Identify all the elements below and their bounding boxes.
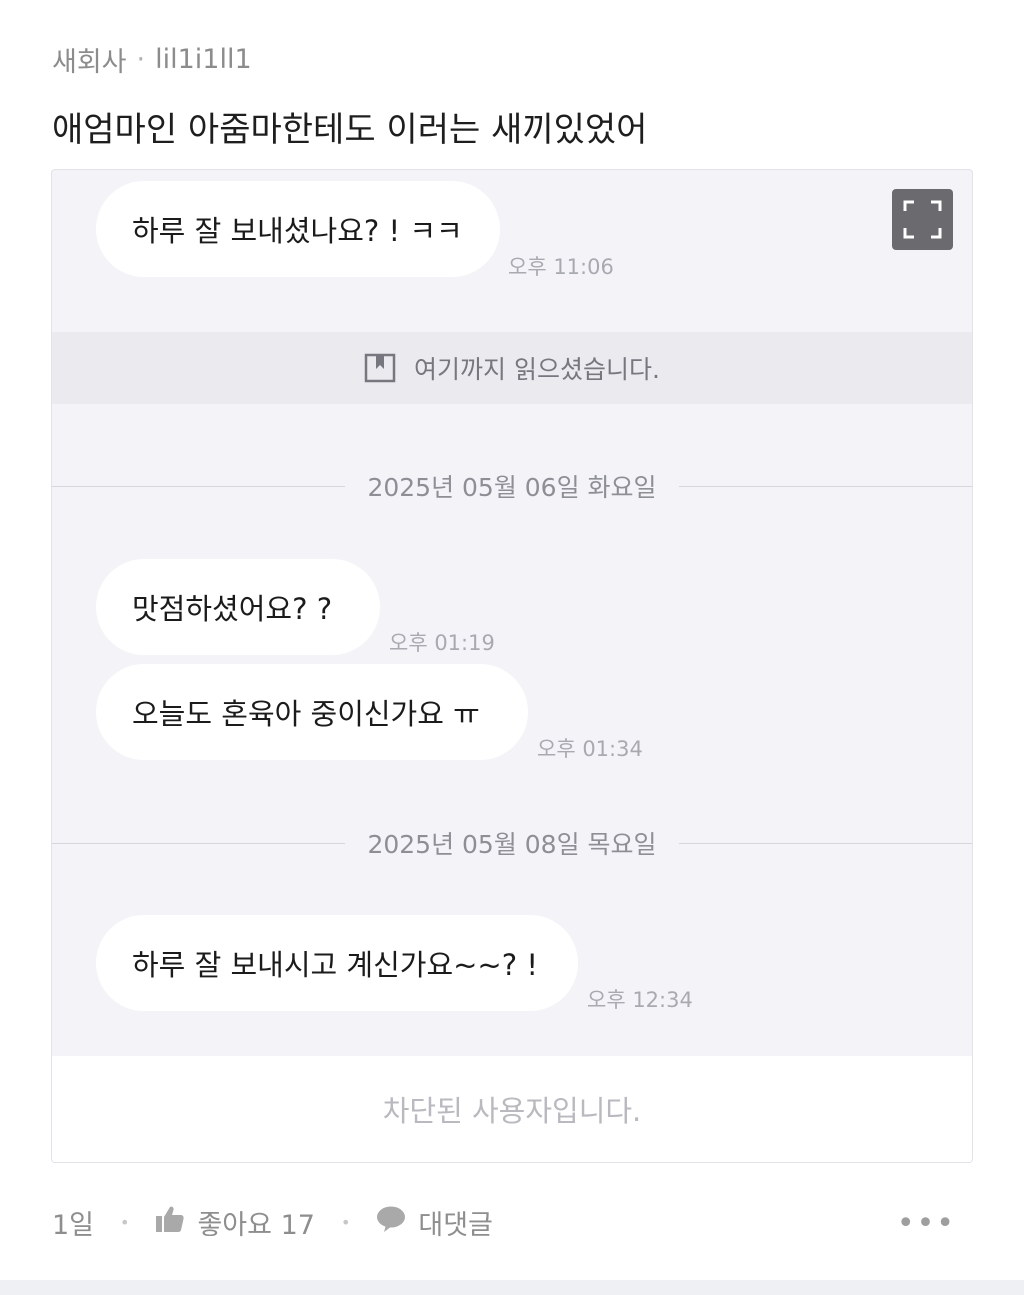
blocked-user-notice: 차단된 사용자입니다. (52, 1056, 972, 1162)
bookmark-icon (364, 352, 396, 384)
post-title: 애엄마인 아줌마한테도 이러는 새끼있었어 (52, 110, 648, 150)
message-text: 하루 잘 보내셨나요? ! ㅋㅋ (132, 214, 463, 248)
date-divider: 2025년 05월 06일 화요일 (52, 468, 972, 504)
message-time: 오후 11:06 (508, 255, 614, 279)
post-meta: 새회사 · lil1i1ll1 (52, 40, 252, 79)
company-name[interactable]: 새회사 (52, 40, 127, 79)
message-text: 맛점하셨어요? ? (132, 592, 333, 626)
chat-screenshot: 하루 잘 보내셨나요? ! ㅋㅋ 오후 11:06 여기까지 읽으셨습니다. 2… (51, 169, 973, 1163)
section-divider (0, 1280, 1024, 1295)
read-marker: 여기까지 읽으셨습니다. (52, 332, 972, 404)
author-name[interactable]: lil1i1ll1 (155, 44, 252, 75)
message-text: 오늘도 혼육아 중이신가요 ㅠ (132, 697, 480, 731)
chat-bubble: 하루 잘 보내시고 계신가요~~? ! (96, 915, 578, 1011)
post-footer: 1일 • 좋아요 17 • 대댓글 ••• (52, 1200, 972, 1244)
reply-button[interactable]: 대댓글 (376, 1203, 493, 1242)
more-options-icon[interactable]: ••• (897, 1206, 956, 1241)
chat-bubble: 하루 잘 보내셨나요? ! ㅋㅋ (96, 181, 500, 277)
message-time: 오후 01:34 (537, 737, 643, 761)
meta-separator: · (136, 44, 146, 75)
message-time: 오후 01:19 (389, 631, 495, 655)
like-label: 좋아요 17 (197, 1209, 315, 1241)
like-button[interactable]: 좋아요 17 (155, 1203, 315, 1242)
date-divider-text: 2025년 05월 06일 화요일 (367, 473, 657, 502)
thumbs-up-icon (155, 1205, 185, 1240)
reply-label: 대댓글 (418, 1209, 493, 1241)
message-time: 오후 12:34 (587, 988, 693, 1012)
date-divider-text: 2025년 05월 08일 목요일 (367, 830, 657, 859)
speech-bubble-icon (376, 1205, 406, 1240)
chat-bubble: 맛점하셨어요? ? (96, 559, 380, 655)
fullscreen-icon[interactable] (892, 189, 953, 250)
date-divider: 2025년 05월 08일 목요일 (52, 825, 972, 861)
read-marker-text: 여기까지 읽으셨습니다. (414, 355, 660, 384)
post-age: 1일 (52, 1209, 95, 1241)
chat-bubble: 오늘도 혼육아 중이신가요 ㅠ (96, 664, 528, 760)
message-text: 하루 잘 보내시고 계신가요~~? ! (132, 948, 538, 982)
